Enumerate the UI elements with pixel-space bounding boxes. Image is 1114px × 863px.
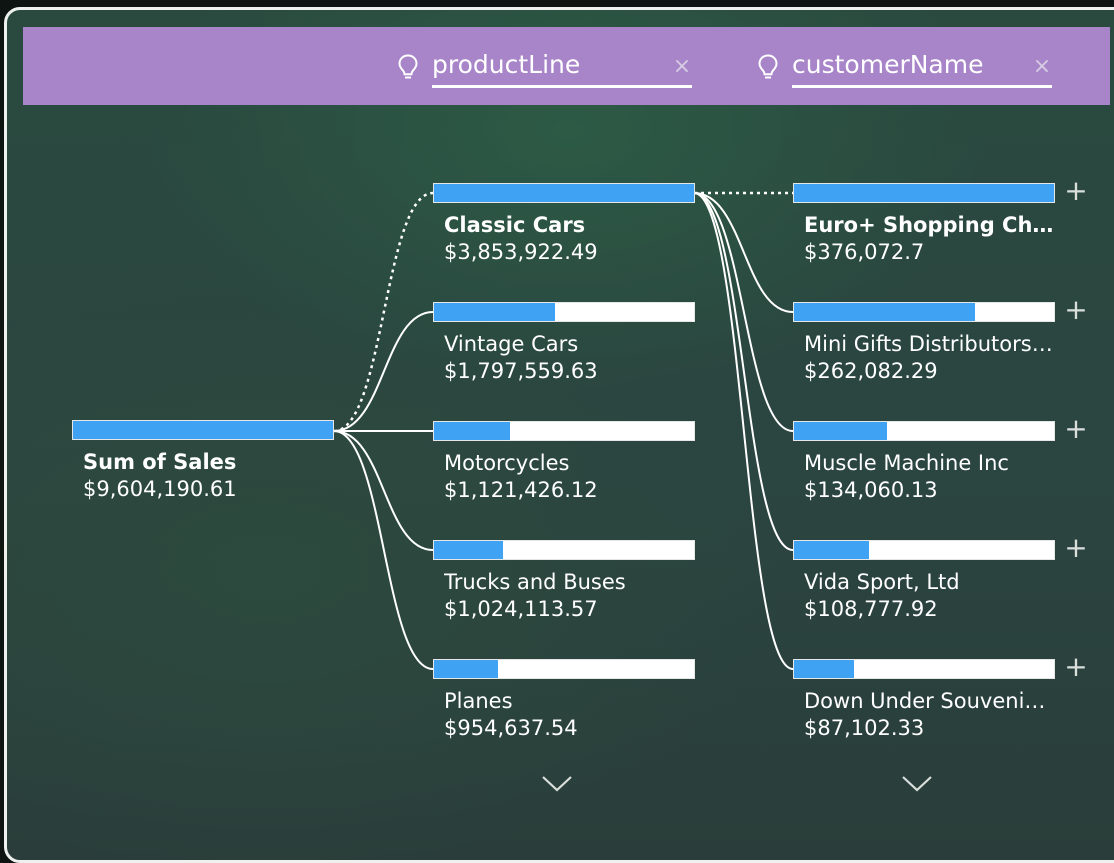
bar-track (433, 540, 695, 560)
bar-track (793, 183, 1055, 203)
bar-fill (794, 303, 976, 321)
bar-track (793, 540, 1055, 560)
node-value: $1,121,426.12 (444, 478, 598, 502)
node-value: $954,637.54 (444, 716, 578, 740)
node-planes[interactable]: Planes $954,637.54 (433, 659, 695, 749)
node-label: Mini Gifts Distributors ... (804, 332, 1054, 356)
node-customer-5[interactable]: Down Under Souvenie... $87,102.33 (793, 659, 1055, 749)
bar-track (793, 302, 1055, 322)
bar-fill (434, 660, 499, 678)
node-label: Euro+ Shopping Cha... (804, 213, 1054, 237)
bar-fill (794, 422, 887, 440)
bar-track (793, 421, 1055, 441)
node-label: Down Under Souvenie... (804, 689, 1054, 713)
node-label: Sum of Sales (83, 450, 237, 474)
chevron-down-icon[interactable] (540, 774, 574, 794)
expand-plus-icon[interactable]: + (1064, 415, 1088, 443)
bar-track (72, 420, 334, 440)
bar-fill (794, 660, 855, 678)
node-trucks-and-buses[interactable]: Trucks and Buses $1,024,113.57 (433, 540, 695, 630)
node-label: Classic Cars (444, 213, 586, 237)
chevron-down-icon[interactable] (900, 774, 934, 794)
node-label: Trucks and Buses (444, 570, 626, 594)
bar-fill (434, 541, 504, 559)
bar-track (793, 659, 1055, 679)
node-vintage-cars[interactable]: Vintage Cars $1,797,559.63 (433, 302, 695, 392)
node-customer-1[interactable]: Euro+ Shopping Cha... $376,072.7 (793, 183, 1055, 273)
node-value: $1,797,559.63 (444, 359, 598, 383)
node-label: Vintage Cars (444, 332, 579, 356)
connector (333, 430, 434, 670)
bar-fill (794, 541, 870, 559)
node-value: $108,777.92 (804, 597, 938, 621)
node-value: $87,102.33 (804, 716, 925, 740)
connector (333, 311, 434, 432)
connector-selected (333, 191, 434, 433)
bar-fill (434, 303, 556, 321)
node-value: $3,853,922.49 (444, 240, 598, 264)
node-classic-cars[interactable]: Classic Cars $3,853,922.49 (433, 183, 695, 273)
node-customer-2[interactable]: Mini Gifts Distributors ... $262,082.29 (793, 302, 1055, 392)
node-value: $1,024,113.57 (444, 597, 598, 621)
expand-plus-icon[interactable]: + (1064, 653, 1088, 681)
expand-plus-icon[interactable]: + (1064, 296, 1088, 324)
bar-track (433, 183, 695, 203)
connector (693, 192, 794, 551)
node-motorcycles[interactable]: Motorcycles $1,121,426.12 (433, 421, 695, 511)
node-label: Vida Sport, Ltd (804, 570, 960, 594)
bar-fill (73, 421, 333, 439)
node-value: $262,082.29 (804, 359, 938, 383)
bar-fill (434, 422, 510, 440)
node-label: Motorcycles (444, 451, 570, 475)
connector (693, 192, 794, 432)
expand-plus-icon[interactable]: + (1064, 177, 1088, 205)
root-node[interactable]: Sum of Sales $9,604,190.61 (72, 420, 334, 510)
bar-track (433, 659, 695, 679)
connector (333, 430, 434, 551)
bar-track (433, 421, 695, 441)
node-value: $134,060.13 (804, 478, 938, 502)
expand-plus-icon[interactable]: + (1064, 534, 1088, 562)
node-customer-3[interactable]: Muscle Machine Inc $134,060.13 (793, 421, 1055, 511)
node-value: $376,072.7 (804, 240, 925, 264)
node-customer-4[interactable]: Vida Sport, Ltd $108,777.92 (793, 540, 1055, 630)
bar-fill (434, 184, 694, 202)
bar-fill (794, 184, 1054, 202)
node-value: $9,604,190.61 (83, 477, 237, 501)
node-label: Muscle Machine Inc (804, 451, 1009, 475)
node-label: Planes (444, 689, 513, 713)
connector (693, 192, 794, 670)
bar-track (433, 302, 695, 322)
